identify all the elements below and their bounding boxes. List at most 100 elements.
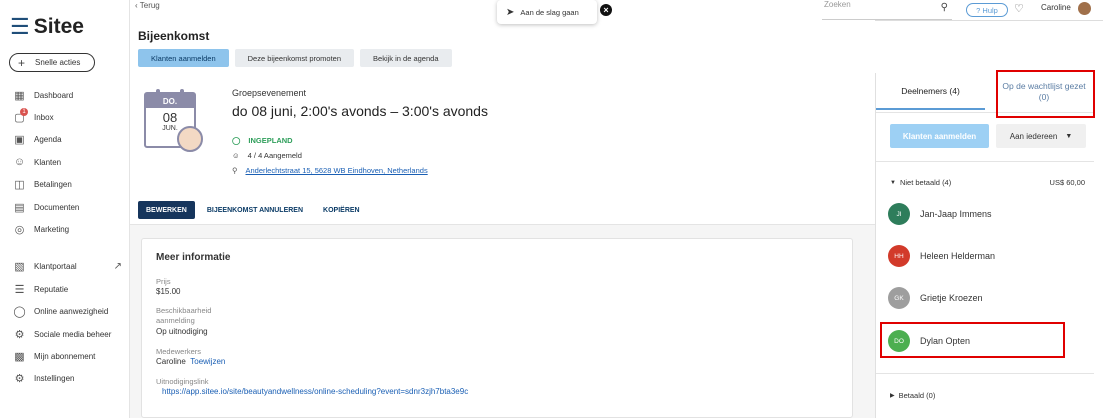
- status-label: INGEPLAND: [248, 136, 293, 145]
- staff-label: Medewerkers: [156, 347, 202, 356]
- portal-icon: ▧: [14, 261, 25, 274]
- search-input[interactable]: Zoeken ⚲: [822, 0, 952, 20]
- brand-name: Sitee: [33, 15, 84, 38]
- highlight-box: [996, 70, 1095, 118]
- price-value: $15.00: [156, 287, 181, 296]
- sidebar-item-sociale-media[interactable]: ⚙ Sociale media beheer: [0, 323, 130, 345]
- copy-button[interactable]: KOPIËREN: [315, 201, 368, 219]
- caret-right-icon: ▶: [890, 393, 895, 399]
- sidebar-item-label: Inbox: [34, 113, 54, 123]
- sidebar-item-reputatie[interactable]: ☰ Reputatie: [0, 278, 130, 300]
- external-link-icon: ↗: [113, 261, 122, 273]
- sidebar-item-online-aanwezigheid[interactable]: ◯ Online aanwezigheid: [0, 301, 130, 323]
- participants-panel: Deelnemers (4) Op de wachtlijst gezet (0…: [875, 73, 1094, 418]
- search-placeholder: Zoeken: [824, 0, 851, 9]
- app: ☰ Sitee + Snelle acties ▦ Dashboard ▢ 1 Inb…: [0, 0, 1103, 418]
- page-tabs: Klanten aanmelden Deze bijeenkomst promo…: [138, 49, 452, 67]
- event-datetime: do 08 juni, 2:00's avonds – 3:00's avond…: [232, 103, 488, 119]
- sidebar-item-inbox[interactable]: ▢ 1 Inbox: [0, 106, 130, 128]
- inbox-badge: 1: [20, 108, 28, 117]
- sidebar-item-agenda[interactable]: ▣ Agenda: [0, 129, 130, 151]
- sidebar-item-marketing[interactable]: ◎ Marketing: [0, 218, 130, 240]
- availability-label-2: aanmelding: [156, 316, 195, 325]
- group-label: Betaald (0): [898, 391, 936, 400]
- user-name[interactable]: Caroline: [1041, 3, 1071, 12]
- caret-down-icon: ▼: [1065, 132, 1073, 140]
- recipient-dropdown[interactable]: Aan iedereen ▼: [996, 124, 1086, 148]
- sidebar-item-label: Klanten: [34, 157, 62, 167]
- attendee-row[interactable]: HH Heleen Helderman: [888, 242, 995, 270]
- event-status: ◯ INGEPLAND: [232, 136, 293, 145]
- close-icon[interactable]: ×: [600, 4, 612, 16]
- quick-actions-label: Snelle acties: [35, 58, 81, 67]
- sidebar-item-documenten[interactable]: ▤ Documenten: [0, 196, 130, 218]
- users-icon: ☺: [13, 156, 26, 169]
- nav-gap: [0, 241, 130, 256]
- event-action-bar: BEWERKEN BIJEENKOMST ANNULEREN KOPIËREN: [138, 201, 368, 219]
- edit-button[interactable]: BEWERKEN: [138, 201, 195, 219]
- sidebar-item-klanten[interactable]: ☺ Klanten: [0, 151, 130, 173]
- person-count-icon: ☺: [232, 151, 240, 160]
- tab-participants[interactable]: Deelnemers (4): [876, 73, 985, 110]
- sitee-logo-icon: ☰: [10, 14, 30, 39]
- reputation-icon: ☰: [14, 283, 25, 296]
- assign-link[interactable]: Toewijzen: [190, 357, 225, 366]
- social-icon: ⚙: [14, 328, 25, 341]
- search-icon[interactable]: ⚲: [941, 2, 948, 13]
- panel-top-border: [875, 20, 1103, 21]
- tab-agenda[interactable]: Bekijk in de agenda: [360, 49, 452, 67]
- sidebar-item-klantportaal[interactable]: ▧ Klantportaal ↗: [0, 256, 130, 278]
- sidebar-item-instellingen[interactable]: ⚙ Instellingen: [0, 368, 130, 390]
- paid-group-toggle[interactable]: ▶ Betaald (0): [890, 391, 935, 400]
- calendar-weekday: DO.: [146, 94, 194, 108]
- sidebar-item-abonnement[interactable]: ▩ Mijn abonnement: [0, 345, 130, 367]
- invite-label: Uitnodigingslink: [156, 377, 209, 386]
- tab-klanten-aanmelden[interactable]: Klanten aanmelden: [138, 49, 229, 67]
- staff-row: Caroline Toewijzen: [156, 357, 225, 366]
- globe-icon: ◯: [13, 306, 26, 319]
- sidebar-item-betalingen[interactable]: ◫ Betalingen: [0, 174, 130, 196]
- sidebar-item-dashboard[interactable]: ▦ Dashboard: [0, 84, 130, 106]
- logo[interactable]: ☰ Sitee: [10, 14, 84, 40]
- calendar-day: 08: [162, 110, 178, 125]
- help-button[interactable]: ? Hulp: [966, 3, 1008, 17]
- avatar: JI: [888, 203, 910, 225]
- highlight-box: [880, 322, 1065, 358]
- settings-icon: ⚙: [14, 373, 25, 386]
- attendee-row[interactable]: JI Jan-Jaap Immens: [888, 200, 992, 228]
- sidebar-item-label: Documenten: [34, 202, 80, 212]
- sidebar-nav: ▦ Dashboard ▢ 1 Inbox ▣ Agenda ☺ Klanten ◫ Bet…: [0, 84, 130, 390]
- recipient-label: Aan iedereen: [1009, 131, 1058, 141]
- sidebar-item-label: Agenda: [34, 135, 62, 145]
- availability-value: Op uitnodiging: [156, 327, 208, 336]
- tab-promoten[interactable]: Deze bijeenkomst promoten: [234, 49, 355, 67]
- sidebar-item-label: Sociale media beheer: [34, 329, 112, 339]
- location-link[interactable]: Anderlechtstraat 15, 5628 WB Eindhoven, …: [246, 166, 428, 175]
- rocket-icon: ➤: [506, 6, 515, 18]
- getting-started-toast[interactable]: ➤ Aan de slag gaan: [497, 0, 597, 24]
- notification-icon[interactable]: ♡: [1014, 2, 1024, 15]
- invite-link[interactable]: https://app.sitee.io/site/beautyandwelln…: [162, 387, 468, 396]
- quick-actions-button[interactable]: + Snelle acties: [9, 53, 95, 72]
- price-label: Prijs: [156, 277, 171, 286]
- event-header: DO. 08 JUN. Groepsevenement do 08 juni, …: [140, 86, 875, 186]
- sidebar-item-label: Mijn abonnement: [34, 351, 96, 361]
- person-icon: [177, 126, 203, 152]
- register-clients-button[interactable]: Klanten aanmelden: [890, 124, 989, 148]
- sidebar-item-label: Dashboard: [34, 90, 74, 100]
- divider: [876, 373, 1094, 374]
- staff-name: Caroline: [156, 357, 186, 366]
- unpaid-group-toggle[interactable]: ▼ Niet betaald (4): [890, 178, 951, 187]
- cancel-event-button[interactable]: BIJEENKOMST ANNULEREN: [199, 201, 311, 219]
- sidebar: ☰ Sitee + Snelle acties ▦ Dashboard ▢ 1 Inb…: [0, 0, 130, 418]
- event-location[interactable]: ⚲ Anderlechtstraat 15, 5628 WB Eindhoven,…: [232, 166, 428, 175]
- event-registrations: ☺ 4 / 4 Aangemeld: [232, 151, 302, 160]
- attendee-name: Jan-Jaap Immens: [920, 209, 992, 219]
- caret-down-icon: ▼: [890, 179, 896, 186]
- sidebar-item-label: Reputatie: [34, 284, 69, 294]
- attendee-row[interactable]: GK Grietje Kroezen: [888, 284, 983, 312]
- avatar[interactable]: [1078, 2, 1091, 15]
- sidebar-item-label: Instellingen: [34, 374, 75, 384]
- back-link[interactable]: ‹ Terug: [135, 1, 160, 10]
- check-circle-icon: ◯: [232, 136, 241, 145]
